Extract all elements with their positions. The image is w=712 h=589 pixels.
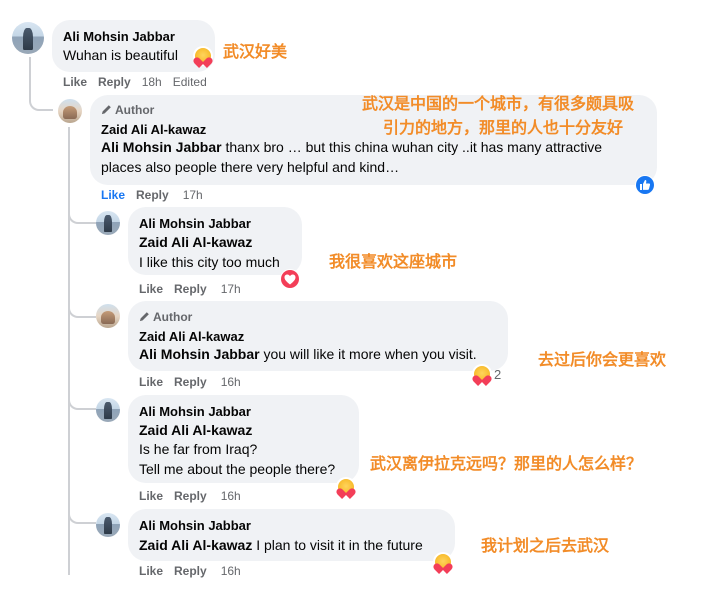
- like-button[interactable]: Like: [139, 489, 163, 503]
- commenter-name[interactable]: Ali Mohsin Jabbar: [63, 29, 175, 44]
- timestamp[interactable]: 17h: [221, 282, 241, 296]
- pencil-icon: [139, 312, 149, 322]
- mention-tag[interactable]: Ali Mohsin Jabbar: [139, 346, 260, 362]
- mention-tag[interactable]: Zaid Ali Al-kawaz: [139, 537, 252, 553]
- timestamp[interactable]: 16h: [221, 489, 241, 503]
- thread-branch-5: [68, 500, 96, 524]
- care-reaction-icon[interactable]: [431, 553, 455, 574]
- reply-button[interactable]: Reply: [174, 564, 207, 578]
- edited-label: Edited: [172, 75, 207, 89]
- translation-note: 去过后你会更喜欢: [538, 350, 667, 369]
- comment-text: Zaid Ali Al-kawaz I plan to visit it in …: [139, 537, 423, 553]
- comment-actions: Like Reply 16h: [139, 564, 252, 578]
- avatar[interactable]: [58, 99, 82, 123]
- comment-actions: Like Reply 18h Edited: [63, 75, 218, 89]
- thread-branch-3: [68, 296, 96, 318]
- reply-button[interactable]: Reply: [98, 75, 131, 89]
- comment-actions: Like Reply 16h: [139, 375, 252, 389]
- timestamp[interactable]: 16h: [221, 375, 241, 389]
- avatar[interactable]: [12, 22, 44, 54]
- like-button[interactable]: Like: [139, 282, 163, 296]
- care-reaction-icon[interactable]: [334, 478, 358, 499]
- translation-note: 我很喜欢这座城市: [329, 252, 458, 271]
- reaction-count[interactable]: 2: [494, 367, 501, 382]
- commenter-name[interactable]: Ali Mohsin Jabbar: [139, 216, 251, 231]
- translation-note: 我计划之后去武汉: [481, 536, 610, 555]
- author-badge: Author: [101, 103, 154, 117]
- avatar[interactable]: [96, 304, 120, 328]
- comment-text: Wuhan is beautiful: [63, 47, 178, 63]
- author-badge: Author: [139, 310, 192, 324]
- like-button[interactable]: Like: [139, 375, 163, 389]
- comment-bubble: Ali Mohsin Jabbar Zaid Ali Al-kawaz Is h…: [128, 395, 359, 483]
- like-reaction-icon[interactable]: [636, 176, 654, 194]
- comment-bubble: Ali Mohsin Jabbar Zaid Ali Al-kawaz I pl…: [128, 509, 455, 561]
- reply-button[interactable]: Reply: [174, 489, 207, 503]
- like-button[interactable]: Like: [101, 188, 125, 202]
- pencil-icon: [101, 105, 111, 115]
- reply-button[interactable]: Reply: [136, 188, 169, 202]
- commenter-name[interactable]: Ali Mohsin Jabbar: [139, 404, 251, 419]
- commenter-name[interactable]: Ali Mohsin Jabbar: [139, 518, 251, 533]
- comment-text: Ali Mohsin Jabbar thanx bro … but this c…: [101, 139, 603, 175]
- reply-button[interactable]: Reply: [174, 282, 207, 296]
- commenter-name[interactable]: Zaid Ali Al-kawaz: [139, 329, 244, 344]
- thread-branch-2: [68, 200, 96, 224]
- comment-text: Tell me about the people there?: [139, 461, 336, 477]
- comment-actions: Like Reply 17h: [139, 282, 252, 296]
- avatar[interactable]: [96, 211, 120, 235]
- translation-note: 引力的地方，那里的人也十分友好: [383, 118, 624, 137]
- comment-actions: Like Reply 16h: [139, 489, 252, 503]
- mention-tag[interactable]: Zaid Ali Al-kawaz: [139, 422, 252, 438]
- thread-branch-4: [68, 388, 96, 410]
- comment-text: I like this city too much: [139, 254, 280, 270]
- comment-bubble: Ali Mohsin Jabbar Zaid Ali Al-kawaz I li…: [128, 207, 302, 275]
- mention-tag[interactable]: Zaid Ali Al-kawaz: [139, 234, 252, 250]
- comment-text: Ali Mohsin Jabbar you will like it more …: [139, 346, 477, 362]
- reply-button[interactable]: Reply: [174, 375, 207, 389]
- avatar[interactable]: [96, 398, 120, 422]
- care-reaction-icon[interactable]: [191, 47, 215, 68]
- love-reaction-icon[interactable]: [281, 270, 299, 288]
- translation-note: 武汉离伊拉克远吗？那里的人怎么样？: [370, 454, 643, 473]
- mention-tag[interactable]: Ali Mohsin Jabbar: [101, 139, 222, 155]
- like-button[interactable]: Like: [63, 75, 87, 89]
- avatar[interactable]: [96, 513, 120, 537]
- like-button[interactable]: Like: [139, 564, 163, 578]
- comment-bubble: Author Zaid Ali Al-kawaz Ali Mohsin Jabb…: [128, 301, 508, 371]
- comment-text: Is he far from Iraq?: [139, 441, 258, 457]
- commenter-name[interactable]: Zaid Ali Al-kawaz: [101, 122, 206, 137]
- timestamp[interactable]: 18h: [142, 75, 162, 89]
- timestamp[interactable]: 16h: [221, 564, 241, 578]
- care-reaction-icon[interactable]: [470, 365, 494, 386]
- comment-bubble: Ali Mohsin Jabbar Wuhan is beautiful: [52, 20, 215, 72]
- thread-line-main: [29, 57, 53, 111]
- translation-note: 武汉是中国的一个城市，有很多颇具吸: [362, 94, 635, 113]
- timestamp[interactable]: 17h: [183, 188, 203, 202]
- translation-note: 武汉好美: [223, 42, 288, 61]
- comment-actions: Like Reply 17h: [101, 188, 214, 202]
